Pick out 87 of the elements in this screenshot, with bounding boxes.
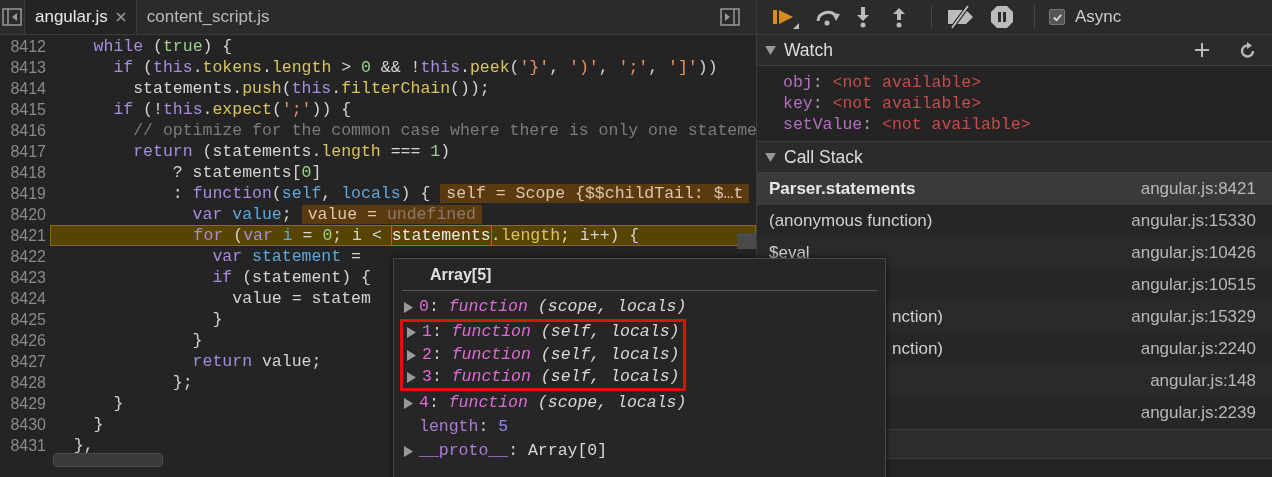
call-stack-frame[interactable]: Parser.statements angular.js:8421 [757,173,1272,205]
code-line: // optimize for the common case where there is only one stateme [132,120,756,141]
watch-expression: key: <not available> [783,93,983,114]
refresh-icon[interactable] [1240,41,1256,59]
expand-triangle-icon[interactable] [407,327,416,338]
line-number: 8421 [9,226,47,246]
code-line: var value; [191,204,292,225]
expand-triangle-icon[interactable] [404,397,413,409]
frame-name: (anonymous function) [769,210,933,233]
vertical-scrollbar[interactable] [737,233,756,249]
line-number: 8426 [9,331,47,351]
expand-triangle-icon[interactable] [404,445,413,457]
property-text: __proto__: Array[0] [419,439,608,462]
sidebar-toggle-icon[interactable] [2,8,22,26]
property-row[interactable]: __proto__: Array[0] [400,439,686,463]
expand-triangle-icon[interactable] [404,301,413,313]
checkbox[interactable] [1049,9,1065,25]
line-number: 8423 [9,268,47,288]
line-number: 8429 [9,394,47,414]
code-line: }, [72,435,94,456]
property-text: 3: function (self, locals) [422,366,680,389]
code-line: } [112,393,124,414]
frame-name: nction) [890,306,943,329]
line-number: 8413 [9,58,47,78]
line-number: 8424 [9,289,47,309]
line-number: 8425 [9,310,47,330]
frame-name: $eval [769,242,810,265]
property-row[interactable]: 3: function (self, locals) [400,367,686,391]
sidebar-toggle-icon[interactable] [720,8,740,26]
property-row[interactable]: 1: function (self, locals) [400,319,686,343]
line-number: 8418 [9,163,47,183]
checkmark-icon [1051,11,1063,23]
frame-name: Parser.statements [769,178,916,201]
code-line: } [191,330,203,351]
line-number: 8428 [9,373,47,393]
expand-triangle-icon[interactable] [407,372,416,383]
line-number: 8417 [9,142,47,162]
code-line: statements.push(this.filterChain()); [132,78,490,99]
code-line: ? statements[0] [171,162,322,183]
line-number: 8431 [9,436,47,456]
code-line: return (statements.length === 1) [132,141,451,162]
line-number: 8420 [9,205,47,225]
collapse-triangle-icon[interactable] [765,152,776,162]
section-header[interactable]: Watch [757,35,1272,66]
step-out-icon[interactable] [891,6,907,28]
close-icon[interactable] [115,12,126,22]
line-number: 8412 [9,37,47,57]
inline-value: self = Scope {$$childTail: $…t [440,184,750,203]
code-line: while (true) { [92,36,233,57]
code-line: }; [171,372,193,393]
pause-icon[interactable] [990,5,1014,29]
add-icon[interactable] [1194,42,1210,58]
line-number: 8419 [9,184,47,204]
code-line: } [211,309,223,330]
file-tab[interactable]: angular.js [24,0,137,34]
inline-value: value = undefined [301,205,482,224]
horizontal-scrollbar[interactable] [53,453,163,467]
line-number: 8422 [9,247,47,267]
property-text: length: 5 [419,415,509,438]
code-line: } [92,414,104,435]
property-row[interactable]: length: 5 [400,415,686,439]
expand-triangle-icon[interactable] [407,349,416,361]
section-header[interactable]: Call Stack [757,142,1272,173]
line-number: 8414 [9,79,47,99]
frame-name: nction) [890,338,943,361]
file-tab[interactable]: content_script.js [136,0,280,34]
code-line: if (!this.expect(';')) { [112,99,352,120]
line-number: 8416 [9,121,47,141]
deactivate-breakpoints-icon[interactable] [946,5,976,29]
line-number: 8430 [9,415,47,435]
popover-title: Array[5] [430,264,492,285]
checkbox-label: Async [1075,6,1122,29]
line-number: 8415 [9,100,47,120]
collapse-triangle-icon[interactable] [765,45,776,55]
watch-expression: setValue: <not available> [783,114,1032,135]
step-into-icon[interactable] [855,6,871,28]
line-number: 8427 [9,352,47,372]
code-line: for (var i = 0; i < statements.length; i++) { [192,225,640,246]
code-line: : function(self, locals) { [171,183,431,204]
code-line: return value; [191,351,322,372]
property-text: 1: function (self, locals) [422,321,680,344]
code-line: var statement = [211,246,361,267]
code-line: value = statem [231,288,371,309]
watch-expression: obj: <not available> [783,72,983,93]
code-line: if (statement) { [211,267,371,288]
code-line: if (this.tokens.length > 0 && !this.peek('}', ')', ';', ']')) [112,57,718,78]
call-stack-frame[interactable]: $eval angular.js:10426 [757,237,1272,269]
